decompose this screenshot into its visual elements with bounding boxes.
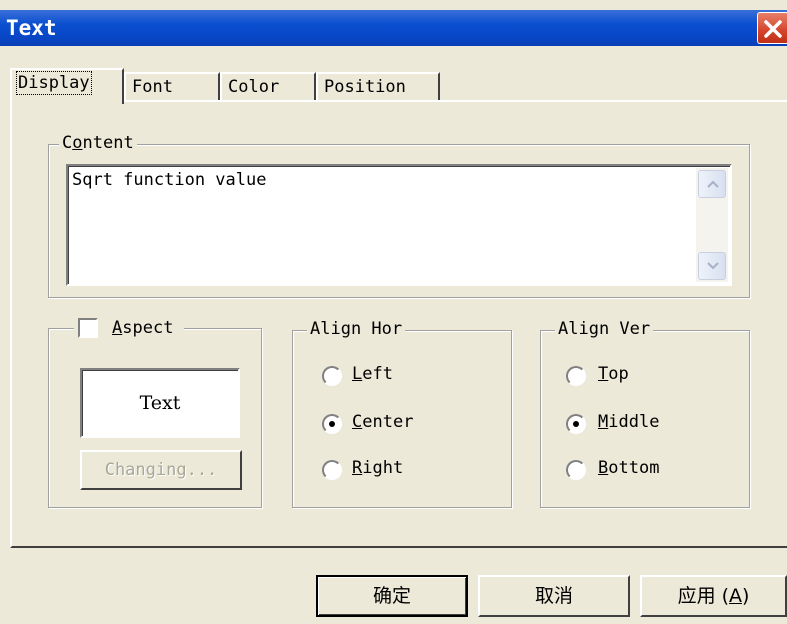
tab-color-label: Color [228, 77, 280, 97]
tab-color[interactable]: Color [220, 72, 316, 102]
apply-button[interactable]: 应用 (A) [640, 575, 787, 617]
radio-left-label[interactable]: Left [352, 364, 393, 384]
scroll-up-button[interactable] [698, 170, 726, 198]
radio-bottom[interactable] [566, 460, 586, 480]
window-title: Text [6, 16, 57, 40]
tab-position[interactable]: Position [316, 72, 440, 102]
tab-display[interactable]: Display [10, 68, 124, 104]
align-hor-legend: Align Hor [307, 319, 406, 339]
tab-position-label: Position [324, 77, 406, 97]
radio-top[interactable] [566, 366, 586, 386]
radio-left[interactable] [322, 366, 342, 386]
align-ver-legend: Align Ver [555, 319, 654, 339]
aspect-label[interactable]: Aspect [112, 318, 173, 338]
content-group-legend: Content [59, 133, 137, 153]
radio-right-label[interactable]: Right [352, 458, 403, 478]
content-textarea[interactable]: Sqrt function value [66, 164, 732, 286]
radio-bottom-label[interactable]: Bottom [598, 458, 659, 478]
title-bar: Text [0, 10, 787, 46]
close-icon [764, 20, 782, 38]
aspect-preview: Text [80, 368, 240, 438]
radio-center-label[interactable]: Center [352, 412, 413, 432]
close-button[interactable] [757, 12, 787, 44]
tab-font[interactable]: Font [124, 72, 220, 102]
chevron-up-icon [707, 180, 719, 188]
tab-font-label: Font [132, 77, 173, 97]
content-text: Sqrt function value [72, 170, 267, 190]
radio-top-label[interactable]: Top [598, 364, 629, 384]
radio-middle[interactable] [566, 414, 586, 434]
radio-middle-label[interactable]: Middle [598, 412, 659, 432]
changing-button[interactable]: Changing... [80, 450, 242, 490]
ok-button[interactable]: 确定 [316, 575, 468, 617]
content-scrollbar[interactable] [696, 168, 728, 282]
radio-right[interactable] [322, 460, 342, 480]
chevron-down-icon [707, 262, 719, 270]
tab-display-label: Display [16, 71, 92, 95]
radio-center[interactable] [322, 414, 342, 434]
cancel-button[interactable]: 取消 [478, 575, 630, 617]
scroll-down-button[interactable] [698, 252, 726, 280]
aspect-checkbox[interactable] [78, 318, 98, 338]
